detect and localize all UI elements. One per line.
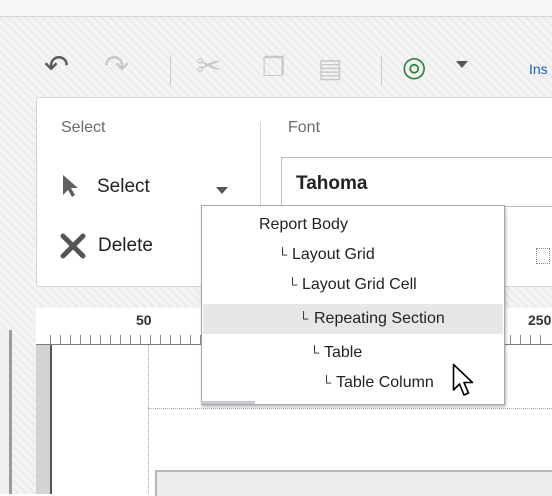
undo-icon[interactable]: ↶ bbox=[44, 52, 69, 82]
menu-item-layout-grid[interactable]: └ Layout Grid bbox=[203, 240, 503, 270]
menu-item-label: Table bbox=[324, 344, 363, 361]
tree-connector: └ bbox=[299, 311, 309, 326]
toolbar-separator bbox=[381, 55, 382, 85]
paste-icon[interactable]: ▤ bbox=[318, 53, 343, 83]
border-style-icon[interactable] bbox=[536, 248, 550, 264]
layout-grid-guide-vertical bbox=[148, 345, 149, 494]
toolbar-separator bbox=[170, 55, 171, 85]
font-group-label: Font bbox=[288, 119, 321, 136]
tree-connector: └ bbox=[310, 345, 320, 360]
insert-tab[interactable]: Ins bbox=[529, 61, 548, 77]
preview-dropdown-icon[interactable] bbox=[456, 61, 468, 68]
window-top-strip bbox=[0, 0, 552, 17]
layout-grid-cell[interactable] bbox=[155, 470, 552, 496]
layout-grid-guide-horizontal bbox=[148, 408, 552, 409]
tree-connector: └ bbox=[288, 277, 298, 292]
copy-icon[interactable]: ❐ bbox=[262, 52, 285, 82]
tree-connector: └ bbox=[278, 247, 288, 262]
ruler-label-250: 250 bbox=[528, 312, 552, 328]
chevron-down-icon[interactable] bbox=[216, 187, 228, 194]
menu-item-repeating-section[interactable]: └ Repeating Section bbox=[203, 304, 503, 334]
canvas-left-margin bbox=[36, 345, 52, 494]
menu-item-label: Layout Grid bbox=[292, 246, 375, 263]
delete-button-label: Delete bbox=[98, 235, 153, 256]
redo-icon[interactable]: ↷ bbox=[104, 52, 129, 82]
cut-icon[interactable]: ✂ bbox=[196, 52, 221, 82]
select-button[interactable]: Select bbox=[58, 170, 288, 204]
menu-item-label: Repeating Section bbox=[314, 310, 445, 327]
menu-item-label: Table Column bbox=[336, 374, 434, 391]
delete-x-icon bbox=[60, 233, 86, 259]
menu-bottom-accent bbox=[201, 401, 255, 404]
select-button-label: Select bbox=[97, 176, 150, 197]
menu-item-label: Layout Grid Cell bbox=[302, 276, 417, 293]
mouse-cursor-icon bbox=[452, 363, 474, 396]
menu-item-label: Report Body bbox=[259, 216, 348, 233]
delete-button[interactable]: Delete bbox=[58, 228, 208, 262]
tree-connector: └ bbox=[322, 375, 332, 390]
preview-icon[interactable]: ◎ bbox=[402, 52, 426, 82]
menu-item-report-body[interactable]: Report Body bbox=[203, 210, 503, 240]
font-name-value: Tahoma bbox=[296, 173, 368, 194]
select-group-label: Select bbox=[61, 119, 106, 136]
ruler-label-50: 50 bbox=[136, 312, 152, 328]
left-panel-divider bbox=[9, 330, 12, 494]
select-arrow-icon bbox=[63, 175, 78, 197]
menu-item-layout-grid-cell[interactable]: └ Layout Grid Cell bbox=[203, 270, 503, 300]
